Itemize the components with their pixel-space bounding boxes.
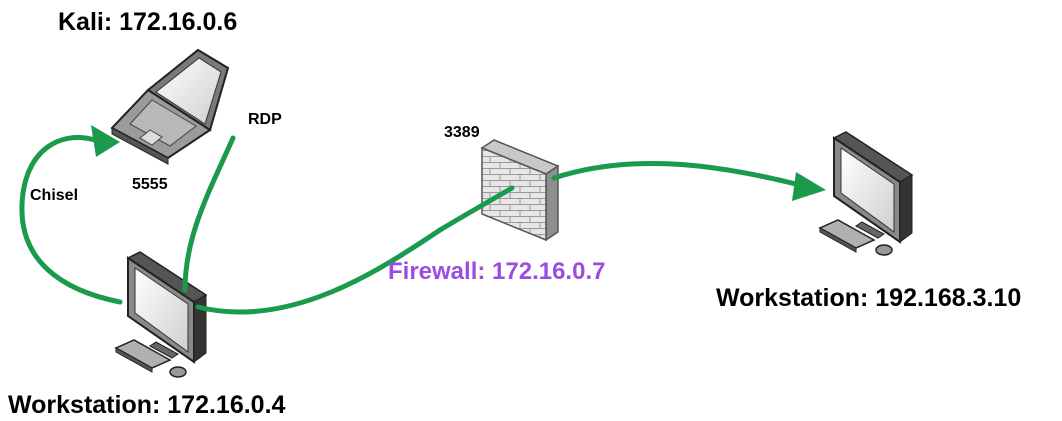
chisel-connection-line	[19, 135, 123, 305]
diagram-canvas	[19, 48, 914, 378]
chisel-port-label: 5555	[132, 176, 168, 193]
workstation-local-icon	[114, 251, 208, 378]
firewall-label: Firewall: 172.16.0.7	[388, 258, 606, 285]
kali-label: Kali: 172.16.0.6	[58, 8, 238, 36]
firewall-to-remote-line	[551, 160, 803, 188]
network-diagram: Kali: 172.16.0.6 RDP 3389 5555 Chisel Fi…	[0, 0, 1062, 421]
rdp-label: RDP	[248, 111, 282, 128]
workstation-remote-label: Workstation: 192.168.3.10	[716, 284, 1022, 312]
chisel-label: Chisel	[30, 187, 79, 204]
firewall-icon	[480, 139, 560, 242]
kali-laptop-icon	[110, 48, 230, 165]
workstation-remote-icon	[818, 131, 914, 256]
workstation-local-label: Workstation: 172.16.0.4	[8, 391, 286, 419]
rdp-connection-line	[182, 135, 236, 293]
remote-arrowhead	[792, 172, 826, 201]
tunnel-to-firewall-line	[195, 185, 515, 315]
firewall-port-label: 3389	[444, 124, 480, 141]
